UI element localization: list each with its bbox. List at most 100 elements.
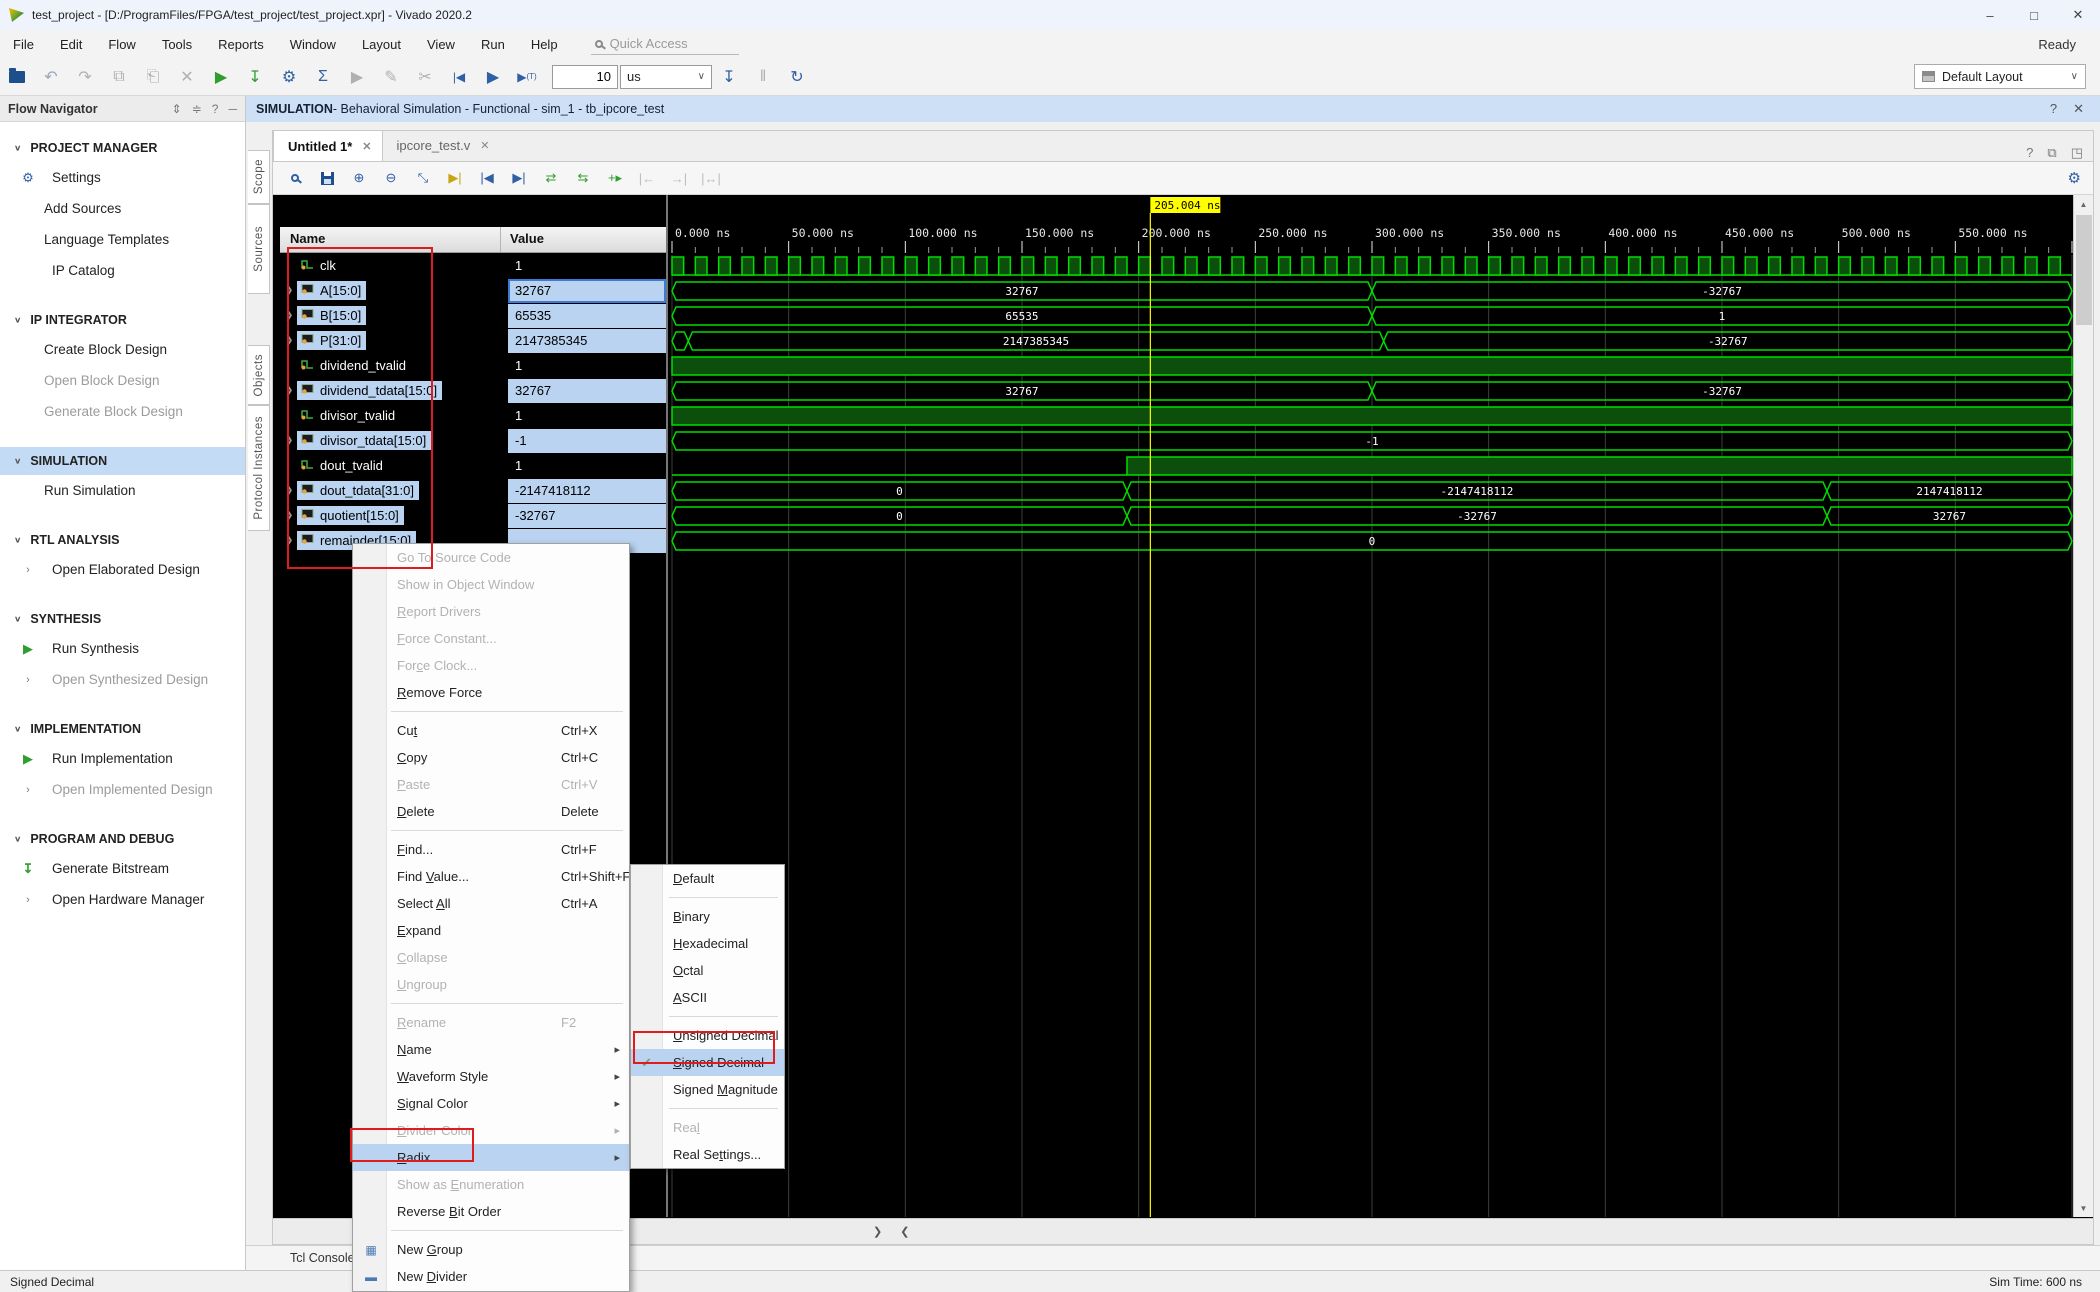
signal-row[interactable]: ❯B[15:0]65535	[280, 303, 666, 328]
signal-value[interactable]: -32767	[508, 504, 666, 528]
splitter-left-icon[interactable]: ❮	[900, 1225, 909, 1238]
signal-value[interactable]: -1	[508, 429, 666, 453]
flow-section-project-manager[interactable]: ∨PROJECT MANAGER	[0, 134, 245, 162]
menu-item-copy[interactable]: CopyCtrl+C	[353, 744, 629, 771]
side-tab-scope[interactable]: Scope	[248, 150, 270, 204]
signal-name-chip[interactable]: dout_tdata[31:0]	[297, 481, 419, 500]
restart-sim-icon[interactable]: |◀	[444, 63, 474, 91]
run-time-input[interactable]	[552, 65, 618, 89]
next-transition-icon[interactable]: ▶|	[506, 166, 532, 190]
expand-icon[interactable]: ❯	[285, 385, 297, 396]
menu-item-real-settings[interactable]: Real Settings...	[631, 1141, 784, 1168]
flow-item-run-simulation[interactable]: Run Simulation	[0, 475, 245, 506]
signal-name-chip[interactable]: divisor_tdata[15:0]	[297, 431, 431, 450]
signal-row[interactable]: ❯dividend_tdata[15:0] 32767	[280, 378, 666, 403]
menu-item-signed-decimal[interactable]: ✔Signed Decimal	[631, 1049, 784, 1076]
step-icon[interactable]: ↧	[714, 63, 744, 91]
signal-name-chip[interactable]: P[31:0]	[297, 331, 366, 350]
flow-section-rtl-analysis[interactable]: ∨RTL ANALYSIS	[0, 526, 245, 554]
flow-item-open-synthesized-design[interactable]: ›Open Synthesized Design	[0, 664, 245, 695]
flow-item-generate-bitstream[interactable]: ↧Generate Bitstream	[0, 853, 245, 884]
tab-ipcore-test-v[interactable]: ipcore_test.v✕	[383, 130, 500, 161]
scroll-down-icon[interactable]: ▼	[2074, 1199, 2093, 1217]
float-window-icon[interactable]: ⧉	[2047, 145, 2056, 161]
flow-item-generate-block-design[interactable]: Generate Block Design	[0, 396, 245, 427]
wave-search-icon[interactable]	[282, 166, 308, 190]
collapse-all-icon[interactable]: ⇕	[172, 102, 182, 116]
expand-icon[interactable]: ❯	[285, 435, 297, 446]
help-icon[interactable]: ?	[212, 102, 219, 116]
minimize-panel-icon[interactable]: ─	[228, 102, 237, 116]
menu-item-find-value[interactable]: Find Value...Ctrl+Shift+F	[353, 863, 629, 890]
menu-item-signal-color[interactable]: Signal Color▸	[353, 1090, 629, 1117]
vertical-scrollbar[interactable]: ▲ ▼	[2073, 195, 2093, 1217]
close-icon[interactable]: ✕	[480, 139, 489, 152]
save-waveform-icon[interactable]	[314, 166, 340, 190]
help-icon[interactable]: ?	[2050, 101, 2057, 117]
menu-item-select-all[interactable]: Select AllCtrl+A	[353, 890, 629, 917]
previous-transition-icon[interactable]: |◀	[474, 166, 500, 190]
swap-cursor-prev-icon[interactable]: ⇄	[538, 166, 564, 190]
menu-item-ascii[interactable]: ASCII	[631, 984, 784, 1011]
copy-icon[interactable]: ⧉	[104, 63, 134, 91]
zoom-out-icon[interactable]: ⊖	[378, 166, 404, 190]
expand-icon[interactable]: ❯	[285, 310, 297, 321]
menu-view[interactable]: View	[414, 33, 468, 56]
menu-edit[interactable]: Edit	[47, 33, 95, 56]
flow-item-open-implemented-design[interactable]: ›Open Implemented Design	[0, 774, 245, 805]
flow-item-open-hardware-manager[interactable]: ›Open Hardware Manager	[0, 884, 245, 915]
menu-item-cut[interactable]: CutCtrl+X	[353, 717, 629, 744]
redo-icon[interactable]: ↷	[70, 63, 100, 91]
minimize-button[interactable]: –	[1968, 0, 2012, 30]
zoom-in-icon[interactable]: ⊕	[346, 166, 372, 190]
quick-access-search[interactable]: Quick Access	[591, 33, 739, 55]
signal-name-chip[interactable]: clk	[297, 256, 341, 275]
menu-reports[interactable]: Reports	[205, 33, 277, 56]
relaunch-icon[interactable]: ↻	[782, 63, 812, 91]
flow-section-simulation[interactable]: ∨SIMULATION	[0, 447, 245, 475]
settings-gear-icon[interactable]: ⚙	[274, 63, 304, 91]
side-tab-objects[interactable]: Objects	[248, 345, 270, 405]
signal-name-chip[interactable]: dividend_tdata[15:0]	[297, 381, 442, 400]
signal-row[interactable]: ❯P[31:0]2147385345	[280, 328, 666, 353]
signal-row[interactable]: ❯quotient[15:0]-32767	[280, 503, 666, 528]
signal-value[interactable]: 32767	[508, 379, 666, 403]
signal-value[interactable]: -2147418112	[508, 479, 666, 503]
signal-row[interactable]: clk1	[280, 253, 666, 278]
generate-bitstream-icon[interactable]: ↧	[240, 63, 270, 91]
menu-item-find[interactable]: Find...Ctrl+F	[353, 836, 629, 863]
side-tab-sources[interactable]: Sources	[248, 204, 270, 294]
close-button[interactable]: ✕	[2056, 0, 2100, 30]
run-all-icon[interactable]: ▶	[478, 63, 508, 91]
signal-value[interactable]: 1	[508, 454, 666, 478]
delete-icon[interactable]: ✕	[172, 63, 202, 91]
signal-row[interactable]: dout_tvalid 1	[280, 453, 666, 478]
menu-layout[interactable]: Layout	[349, 33, 414, 56]
wave-settings-gear-icon[interactable]: ⚙	[2068, 169, 2081, 187]
menu-item-unsigned-decimal[interactable]: Unsigned Decimal	[631, 1022, 784, 1049]
flow-item-open-elaborated-design[interactable]: ›Open Elaborated Design	[0, 554, 245, 585]
signal-value[interactable]: 1	[508, 354, 666, 378]
flow-item-language-templates[interactable]: Language Templates	[0, 224, 245, 255]
expand-icon[interactable]: ❯	[285, 335, 297, 346]
reports-sigma-icon[interactable]: Σ	[308, 63, 338, 91]
menu-tools[interactable]: Tools	[149, 33, 205, 56]
menu-run[interactable]: Run	[468, 33, 518, 56]
menu-item-name[interactable]: Name▸	[353, 1036, 629, 1063]
flow-item-run-synthesis[interactable]: ▶Run Synthesis	[0, 633, 245, 664]
menu-help[interactable]: Help	[518, 33, 571, 56]
maximize-button[interactable]: □	[2012, 0, 2056, 30]
signal-row[interactable]: ❯divisor_tdata[15:0] -1	[280, 428, 666, 453]
signal-name-chip[interactable]: A[15:0]	[297, 281, 366, 300]
time-unit-select[interactable]: us∨	[620, 65, 712, 89]
flow-item-open-block-design[interactable]: Open Block Design	[0, 365, 245, 396]
menu-flow[interactable]: Flow	[95, 33, 148, 56]
menu-window[interactable]: Window	[277, 33, 349, 56]
open-project-icon[interactable]	[2, 63, 32, 91]
flow-item-create-block-design[interactable]: Create Block Design	[0, 334, 245, 365]
go-to-cursor-icon[interactable]: ▶|	[442, 166, 468, 190]
flow-item-settings[interactable]: ⚙Settings	[0, 162, 245, 193]
signal-name-chip[interactable]: dout_tvalid	[297, 456, 388, 475]
expand-icon[interactable]: ❯	[285, 485, 297, 496]
signal-name-chip[interactable]: dividend_tvalid	[297, 356, 411, 375]
